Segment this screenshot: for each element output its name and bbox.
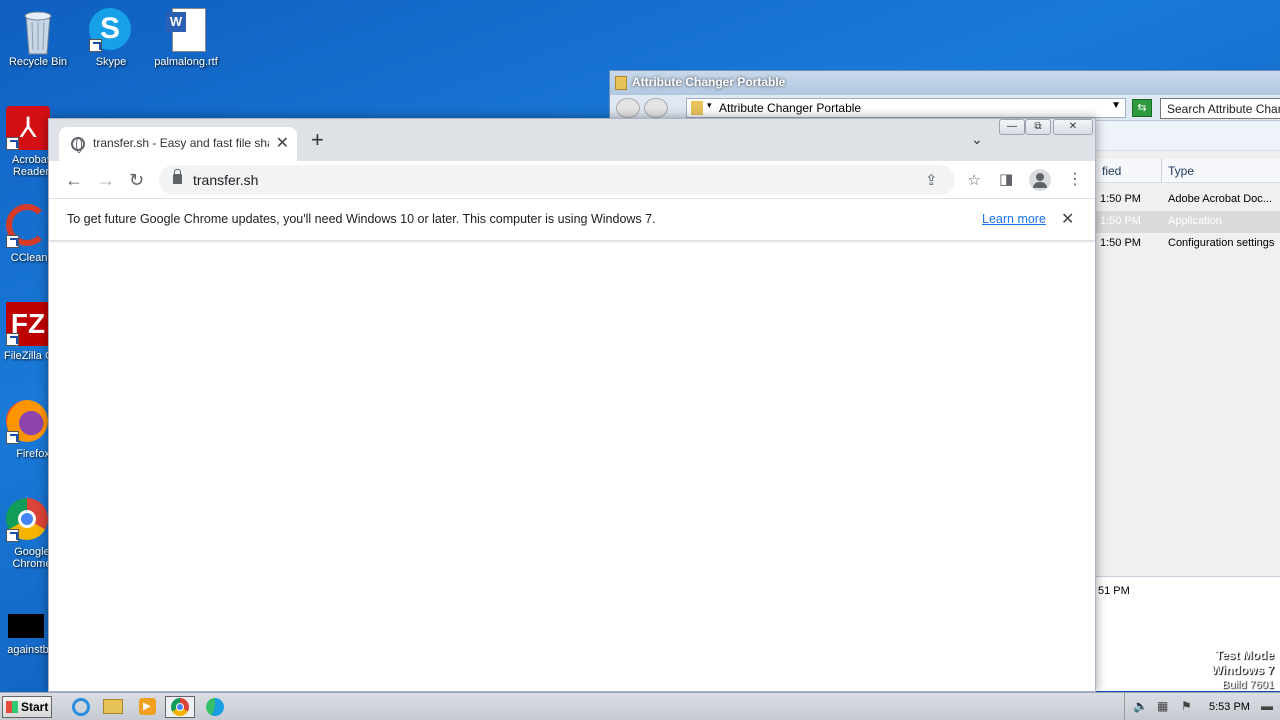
restore-button[interactable]: ⧉: [1025, 119, 1051, 135]
column-header-date[interactable]: fied: [1096, 159, 1162, 183]
folder-icon: [691, 101, 703, 115]
desktop-icon-label: palmalong.rtf: [154, 56, 218, 68]
learn-more-link[interactable]: Learn more: [982, 212, 1046, 226]
share-icon[interactable]: ⇪: [925, 171, 938, 189]
test-mode-label: Test Mode Windows 7 Build 7601: [1211, 648, 1274, 691]
tab-strip: transfer.sh - Easy and fast file sharing…: [49, 119, 1095, 161]
profile-avatar-icon[interactable]: [1029, 169, 1051, 191]
chrome-icon: [6, 498, 50, 542]
forward-button[interactable]: [644, 98, 668, 118]
word-document-icon: W: [164, 8, 208, 52]
tab-transfer-sh[interactable]: transfer.sh - Easy and fast file sharing…: [59, 127, 297, 161]
forward-arrow-icon[interactable]: →: [97, 170, 115, 190]
globe-icon: [71, 137, 85, 153]
new-tab-button[interactable]: +: [311, 129, 324, 151]
tab-search-chevron-icon[interactable]: ⌄: [971, 131, 983, 148]
desktop-icon-palmalong[interactable]: W palmalong.rtf: [148, 8, 224, 68]
minimize-button[interactable]: —: [999, 119, 1025, 135]
menu-kebab-icon[interactable]: ⋮: [1067, 170, 1083, 190]
chrome-window[interactable]: transfer.sh - Easy and fast file sharing…: [48, 118, 1096, 692]
firefox-icon: [6, 400, 50, 444]
dropdown-arrow-icon[interactable]: ▼: [1111, 100, 1121, 111]
recycle-bin-icon: [16, 8, 60, 55]
show-desktop-icon[interactable]: ▬: [1261, 699, 1273, 713]
address-bar[interactable]: transfer.sh ⇪ ☆: [159, 165, 981, 195]
back-arrow-icon[interactable]: ←: [65, 170, 83, 190]
chevron-down-icon: ▾: [707, 100, 712, 110]
desktop-icon-label: Recycle Bin: [8, 56, 68, 68]
file-row[interactable]: 1:50 PM Application: [1096, 211, 1280, 233]
system-tray: 🔈 ▦ ⚑ ▬: [1124, 693, 1280, 720]
volume-icon[interactable]: 🔈: [1133, 699, 1148, 713]
clock[interactable]: 5:53 PM: [1209, 701, 1250, 713]
url-text: transfer.sh: [193, 172, 259, 188]
infobar-message: To get future Google Chrome updates, you…: [67, 212, 656, 226]
reload-icon[interactable]: ↻: [129, 170, 144, 190]
file-row[interactable]: 1:50 PM Adobe Acrobat Doc...: [1096, 189, 1280, 211]
filezilla-icon: FZ: [6, 302, 50, 346]
windows-logo-icon: [6, 701, 18, 713]
close-icon[interactable]: ✕: [1061, 209, 1074, 229]
lock-icon[interactable]: [173, 169, 182, 184]
desktop-icon-skype[interactable]: S Skype: [73, 8, 149, 68]
tab-title: transfer.sh - Easy and fast file sharing: [93, 136, 269, 150]
taskbar: Start ▶ 🔈 ▦ ⚑ ▬ 5:53 PM: [0, 692, 1280, 720]
desktop-icon-recycle-bin[interactable]: Recycle Bin: [0, 8, 76, 68]
refresh-icon[interactable]: ⇆: [1132, 99, 1152, 117]
page-content[interactable]: [49, 241, 1095, 691]
explorer-titlebar[interactable]: Attribute Changer Portable: [610, 71, 1280, 95]
application-icon: [4, 614, 48, 640]
chrome-icon[interactable]: [165, 696, 195, 718]
explorer-folder-icon[interactable]: [98, 696, 128, 718]
address-field[interactable]: ▾ Attribute Changer Portable ▼: [686, 98, 1126, 118]
start-button[interactable]: Start: [2, 696, 52, 718]
chrome-toolbar: ← → ↻ transfer.sh ⇪ ☆ ◨ ⋮: [49, 161, 1095, 199]
bookmark-star-icon[interactable]: ☆: [968, 171, 981, 189]
media-player-icon[interactable]: ▶: [132, 696, 162, 718]
side-panel-icon[interactable]: ◨: [999, 170, 1013, 190]
network-icon[interactable]: ▦: [1157, 699, 1168, 713]
edge-icon[interactable]: [200, 696, 230, 718]
internet-explorer-icon[interactable]: [66, 696, 96, 718]
search-input[interactable]: Search Attribute Changer Portable: [1160, 98, 1280, 119]
folder-icon: [615, 76, 627, 90]
action-center-flag-icon[interactable]: ⚑: [1181, 699, 1192, 713]
close-button[interactable]: ✕: [1053, 119, 1093, 135]
back-button[interactable]: [616, 98, 640, 118]
close-tab-icon[interactable]: ✕: [276, 133, 289, 153]
acrobat-reader-icon: ⅄: [6, 106, 50, 150]
explorer-title: Attribute Changer Portable: [632, 75, 786, 89]
desktop-icon-label: againstb: [7, 644, 49, 656]
ccleaner-icon: [6, 204, 50, 248]
skype-icon: S: [89, 8, 133, 52]
column-header-type[interactable]: Type: [1162, 159, 1280, 183]
update-infobar: To get future Google Chrome updates, you…: [49, 199, 1095, 241]
file-row[interactable]: 1:50 PM Configuration settings: [1096, 233, 1280, 255]
desktop-icon-label: Skype: [95, 56, 127, 68]
